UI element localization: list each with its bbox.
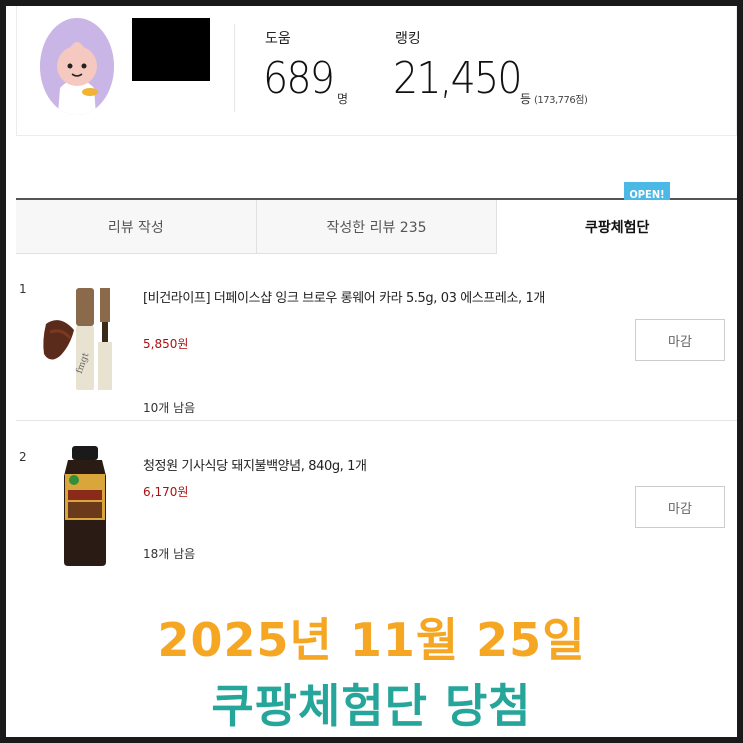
item-remaining: 18개 남음: [143, 547, 196, 561]
brow-mascara-product-icon: fmgt: [43, 288, 112, 390]
help-unit: 명: [337, 92, 349, 106]
item-price: 5,850원: [143, 337, 189, 351]
open-badge-text: OPEN!: [629, 187, 665, 201]
closed-button[interactable]: 마감: [635, 319, 725, 361]
rank-unit: 등: [520, 92, 532, 106]
item-remaining: 10개 남음: [143, 401, 196, 415]
item-number: 2: [19, 450, 27, 464]
tab-write-review[interactable]: 리뷰 작성: [16, 200, 257, 254]
list-item: 2 청정원 기사식당 돼지불백양념, 840g, 1개 6,170원 18개 남…: [16, 446, 737, 576]
item-number: 1: [19, 282, 27, 296]
help-value: 689: [263, 53, 335, 104]
banner-title: 쿠팡체험단 당첨: [211, 679, 532, 733]
item-price: 6,170원: [143, 485, 189, 499]
tab-bar: 리뷰 작성 작성한 리뷰 235 쿠팡체험단: [16, 200, 738, 254]
tab-coupang-experience[interactable]: 쿠팡체험단: [497, 200, 738, 254]
profile-card: 도움 689 명 랭킹 21,450 등 (173,776점): [16, 6, 737, 136]
tab-written-reviews[interactable]: 작성한 리뷰 235: [256, 200, 498, 254]
item-title[interactable]: [비건라이프] 더페이스샵 잉크 브로우 롱웨어 카라 5.5g, 03 에스프…: [143, 288, 553, 310]
rank-points: (173,776점): [534, 95, 588, 106]
rank-label: 랭킹: [395, 31, 421, 47]
page-frame: 도움 689 명 랭킹 21,450 등 (173,776점) OPEN! 리뷰…: [6, 6, 738, 737]
item-title[interactable]: 청정원 기사식당 돼지불백양념, 840g, 1개: [143, 456, 553, 478]
avatar: [40, 18, 114, 115]
redacted-username: [132, 18, 210, 81]
rank-value: 21,450: [393, 53, 523, 104]
list-item: 1 fmgt [비건라이프] 더페이스샵 잉크 브로우 롱웨어 카라 5.5g,…: [16, 278, 737, 418]
item-separator: [16, 420, 737, 421]
character-avatar-icon: [40, 18, 114, 115]
banner-date: 2025년 11월 25일: [157, 613, 586, 667]
closed-button[interactable]: 마감: [635, 486, 725, 528]
profile-divider: [234, 24, 235, 112]
help-label: 도움: [265, 31, 291, 47]
sauce-bottle-product-icon: [64, 446, 106, 566]
